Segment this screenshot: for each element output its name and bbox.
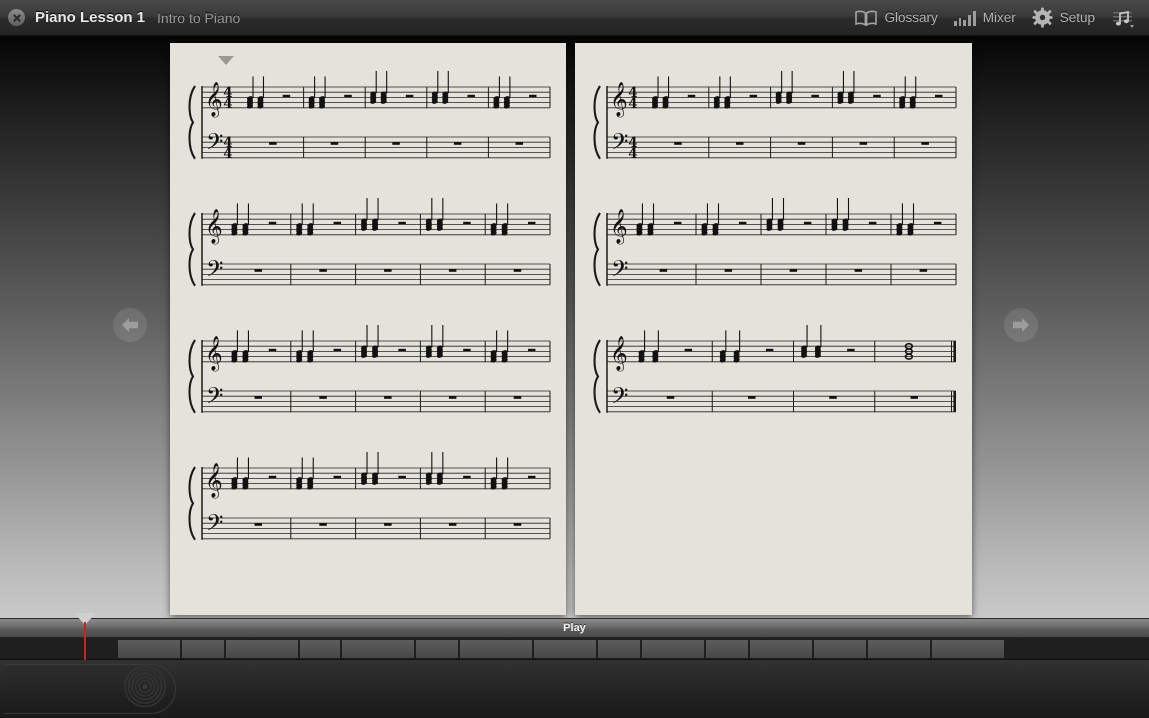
timeline-segment[interactable] xyxy=(534,640,596,658)
svg-text:𝄞: 𝄞 xyxy=(205,82,223,118)
playhead-line xyxy=(84,622,86,660)
timeline-segment[interactable] xyxy=(814,640,866,658)
timeline-segment[interactable] xyxy=(598,640,640,658)
playback-cursor-marker xyxy=(218,56,234,65)
svg-text:𝄢: 𝄢 xyxy=(611,130,628,161)
mixer-label: Mixer xyxy=(982,10,1016,25)
svg-text:𝄢: 𝄢 xyxy=(206,384,223,415)
timeline-track[interactable] xyxy=(0,638,1149,660)
staff-system-notation: 𝄞𝄢 xyxy=(593,198,957,288)
play-bar[interactable]: Play xyxy=(0,618,1149,638)
glossary-button[interactable]: Glossary xyxy=(855,10,938,26)
timeline-segment[interactable] xyxy=(868,640,930,658)
svg-text:𝄞: 𝄞 xyxy=(205,209,223,245)
timeline-segment[interactable] xyxy=(706,640,748,658)
close-icon[interactable] xyxy=(8,9,25,26)
svg-text:𝄢: 𝄢 xyxy=(206,130,223,161)
timeline-segment[interactable] xyxy=(750,640,812,658)
arrow-left-icon xyxy=(122,318,138,332)
timeline-segment[interactable] xyxy=(642,640,704,658)
timeline-segment[interactable] xyxy=(932,640,1004,658)
gear-icon xyxy=(1032,7,1053,28)
level-meter-panel[interactable] xyxy=(4,664,176,714)
play-bar-label: Play xyxy=(563,622,586,634)
svg-text:4: 4 xyxy=(628,146,637,162)
music-note-menu-button[interactable] xyxy=(1111,9,1134,28)
timeline-segment[interactable] xyxy=(416,640,458,658)
staff-system[interactable]: 𝄞 𝄢 xyxy=(184,452,554,552)
timeline-segment[interactable] xyxy=(182,640,224,658)
level-rings-icon xyxy=(123,665,167,713)
svg-text:4: 4 xyxy=(223,96,232,112)
staff-system-notation: 𝄞𝄢 xyxy=(593,325,956,415)
svg-text:𝄢: 𝄢 xyxy=(611,257,628,288)
mixer-button[interactable]: Mixer xyxy=(953,10,1016,26)
arrow-right-icon xyxy=(1013,318,1029,332)
staff-system-notation: 𝄞𝄢 xyxy=(188,198,551,288)
timeline-segment[interactable] xyxy=(118,640,180,658)
setup-button[interactable]: Setup xyxy=(1032,7,1095,28)
book-icon xyxy=(855,10,878,26)
timeline-segment[interactable] xyxy=(342,640,414,658)
staff-system-notation: 𝄞𝄢4444 xyxy=(188,71,551,162)
staff-system[interactable]: 𝄞 𝄢 4 4 4 4 xyxy=(184,71,554,171)
svg-text:𝄞: 𝄞 xyxy=(610,336,628,372)
app-header: Piano Lesson 1 Intro to Piano Glossary M… xyxy=(0,0,1149,36)
prev-page-button[interactable] xyxy=(113,308,147,342)
staff-system-notation: 𝄞𝄢4444 xyxy=(593,71,957,162)
svg-text:𝄞: 𝄞 xyxy=(205,463,223,499)
svg-text:𝄢: 𝄢 xyxy=(206,257,223,288)
timeline-segment[interactable] xyxy=(300,640,340,658)
svg-text:𝄞: 𝄞 xyxy=(610,82,628,118)
mixer-icon xyxy=(953,10,976,26)
staff-system[interactable]: 𝄞 𝄢 xyxy=(184,325,554,425)
staff-system[interactable]: 𝄞 𝄢 xyxy=(184,198,554,298)
transport-toolbar: 110 half speed normal xyxy=(0,660,1149,718)
svg-text:𝄢: 𝄢 xyxy=(206,511,223,542)
staff-system[interactable]: 𝄞 𝄢 xyxy=(589,325,960,425)
svg-text:𝄢: 𝄢 xyxy=(611,384,628,415)
lesson-subtitle: Intro to Piano xyxy=(157,9,241,26)
timeline-segment[interactable] xyxy=(460,640,532,658)
svg-text:4: 4 xyxy=(628,96,637,112)
timeline-segment[interactable] xyxy=(226,640,298,658)
score-page-left[interactable]: 𝄞 𝄢 4 4 4 4 𝄞 𝄢 𝄞 𝄢 𝄞 𝄢 xyxy=(170,43,566,615)
svg-text:4: 4 xyxy=(223,146,232,162)
staff-system[interactable]: 𝄞 𝄢 xyxy=(589,198,960,298)
staff-system-notation: 𝄞𝄢 xyxy=(188,452,551,542)
music-note-dropdown-icon xyxy=(1111,9,1134,28)
staff-system[interactable]: 𝄞 𝄢 4 4 4 4 xyxy=(589,71,960,171)
svg-text:𝄞: 𝄞 xyxy=(610,209,628,245)
piano-lesson-app: Piano Lesson 1 Intro to Piano Glossary M… xyxy=(0,0,1149,718)
glossary-label: Glossary xyxy=(884,10,938,25)
setup-label: Setup xyxy=(1059,10,1095,25)
timeline-segments[interactable] xyxy=(118,640,1149,658)
svg-text:𝄞: 𝄞 xyxy=(205,336,223,372)
staff-system-notation: 𝄞𝄢 xyxy=(188,325,551,415)
page-title: Piano Lesson 1 xyxy=(35,9,146,26)
next-page-button[interactable] xyxy=(1004,308,1038,342)
score-page-right[interactable]: 𝄞 𝄢 4 4 4 4 𝄞 𝄢 𝄞 𝄢 xyxy=(575,43,972,615)
